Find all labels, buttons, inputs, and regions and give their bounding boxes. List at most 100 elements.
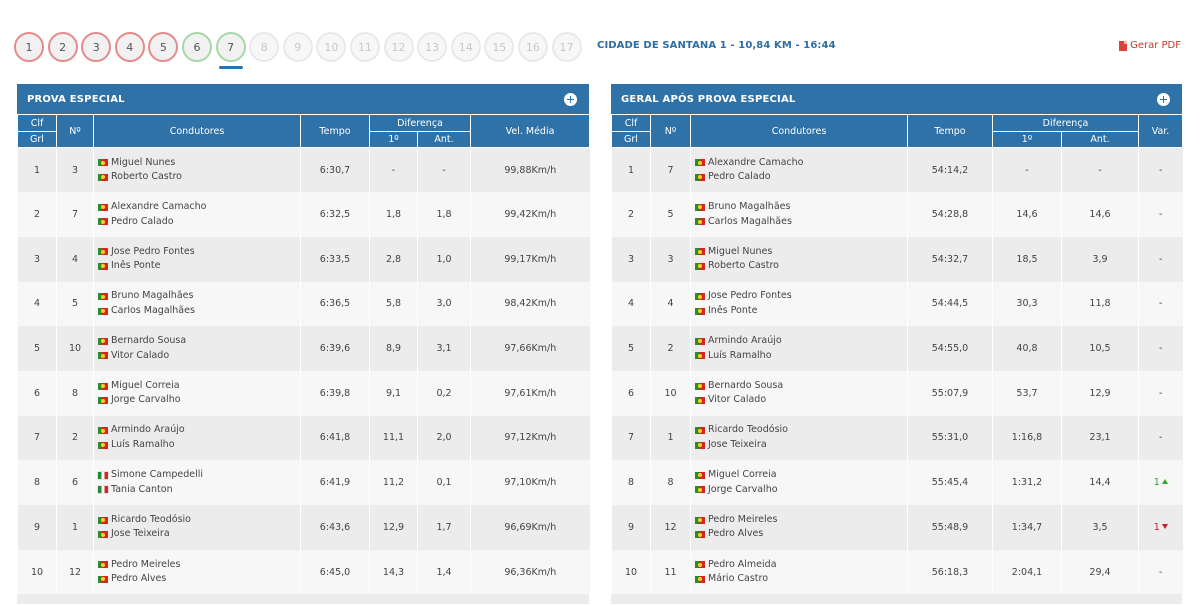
position-cell: 2 bbox=[17, 192, 57, 237]
diff-prev-cell: 3,0 bbox=[416, 281, 471, 327]
time-cell: 55:07,9 bbox=[907, 370, 993, 416]
stage-button-5[interactable]: 5 bbox=[148, 32, 179, 62]
co-driver-name[interactable]: Luís Ramalho bbox=[111, 438, 175, 453]
driver-name[interactable]: Miguel Correia bbox=[111, 379, 180, 394]
co-driver-name[interactable]: Vitor Calado bbox=[708, 393, 766, 408]
col-number: Nº bbox=[650, 114, 691, 148]
diff-first-cell: 14,6 bbox=[992, 192, 1062, 237]
drivers-cell: Bernardo Sousa Vitor Calado bbox=[93, 326, 301, 371]
driver-name[interactable]: Alexandre Camacho bbox=[111, 200, 206, 215]
avg-speed-cell: 97,10Km/h bbox=[470, 460, 590, 505]
time-cell: 55:48,9 bbox=[907, 505, 993, 550]
driver-name[interactable]: Simone Campedelli bbox=[111, 468, 203, 483]
stage-button-4[interactable]: 4 bbox=[114, 32, 145, 62]
co-driver-name[interactable]: Jorge Carvalho bbox=[708, 483, 778, 498]
driver: Bernardo Sousa bbox=[98, 334, 300, 349]
co-driver-name[interactable]: Pedro Calado bbox=[708, 170, 771, 185]
driver-name[interactable]: Bruno Magalhães bbox=[708, 200, 790, 215]
generate-pdf-link[interactable]: Gerar PDF bbox=[1119, 40, 1181, 51]
car-number-cell: 5 bbox=[56, 281, 94, 327]
driver-name[interactable]: Pedro Almeida bbox=[708, 558, 777, 573]
co-driver-name[interactable]: Jose Teixeira bbox=[708, 438, 767, 453]
co-driver-name[interactable]: Jorge Carvalho bbox=[111, 393, 181, 408]
driver-name[interactable]: Bruno Magalhães bbox=[111, 289, 193, 304]
stage-button-9[interactable]: 9 bbox=[282, 32, 313, 62]
stage-button-12[interactable]: 12 bbox=[383, 32, 414, 62]
driver-name[interactable]: Armindo Araújo bbox=[708, 334, 782, 349]
stage-button-2[interactable]: 2 bbox=[47, 32, 78, 62]
co-driver-name[interactable]: Mário Castro bbox=[708, 572, 768, 587]
variation-value: - bbox=[1159, 343, 1163, 355]
driver: Bruno Magalhães bbox=[695, 200, 907, 215]
col-avg-speed: Vel. Média bbox=[470, 114, 591, 148]
driver-name[interactable]: Miguel Nunes bbox=[708, 245, 772, 260]
table-row: 8 8 Miguel Correia Jorge Carvalho 55:45,4 1:3… bbox=[611, 460, 1183, 505]
flag-icon bbox=[695, 337, 705, 345]
co-driver-name[interactable]: Jose Teixeira bbox=[111, 527, 170, 542]
diff-prev-cell: 1,7 bbox=[416, 505, 471, 550]
driver-name[interactable]: Ricardo Teodósio bbox=[111, 513, 191, 528]
driver: Armindo Araújo bbox=[98, 423, 300, 438]
position-cell: 9 bbox=[17, 505, 57, 550]
stage-button-15[interactable]: 15 bbox=[484, 32, 515, 62]
driver-name[interactable]: Pedro Meireles bbox=[111, 558, 180, 573]
co-driver-name[interactable]: Pedro Alves bbox=[708, 527, 763, 542]
time-cell: 54:55,0 bbox=[907, 326, 993, 371]
stage-button-8[interactable]: 8 bbox=[249, 32, 280, 62]
position-cell: 3 bbox=[611, 236, 651, 282]
co-driver: Luís Ramalho bbox=[98, 438, 300, 453]
table-row: 9 1 Ricardo Teodósio Jose Teixeira 6:43,6 12,… bbox=[17, 505, 590, 550]
stage-button-1[interactable]: 1 bbox=[14, 32, 44, 62]
stage-results-title: PROVA ESPECIAL bbox=[27, 93, 125, 105]
car-number-cell: 8 bbox=[56, 370, 94, 416]
driver: Alexandre Camacho bbox=[98, 200, 300, 215]
driver-name[interactable]: Pedro Meireles bbox=[708, 513, 777, 528]
pdf-icon bbox=[1119, 40, 1128, 51]
co-driver-name[interactable]: Inês Ponte bbox=[708, 304, 757, 319]
driver-name[interactable]: Jose Pedro Fontes bbox=[708, 289, 792, 304]
stage-button-13[interactable]: 13 bbox=[417, 32, 448, 62]
expand-icon[interactable] bbox=[564, 92, 577, 106]
position-cell: 7 bbox=[17, 415, 57, 461]
time-cell: 6:39,8 bbox=[300, 370, 370, 416]
driver-name[interactable]: Alexandre Camacho bbox=[708, 156, 803, 171]
co-driver-name[interactable]: Pedro Calado bbox=[111, 215, 174, 230]
position-cell: 10 bbox=[17, 549, 57, 595]
car-number-cell: 12 bbox=[56, 549, 94, 595]
co-driver-name[interactable]: Luís Ramalho bbox=[708, 349, 772, 364]
co-driver-name[interactable]: Roberto Castro bbox=[708, 259, 779, 274]
driver: Simone Campedelli bbox=[98, 468, 300, 483]
stage-button-17[interactable]: 17 bbox=[551, 32, 582, 62]
driver-name[interactable]: Jose Pedro Fontes bbox=[111, 245, 195, 260]
co-driver: Pedro Alves bbox=[695, 527, 907, 542]
driver-name[interactable]: Ricardo Teodósio bbox=[708, 423, 788, 438]
stage-button-6[interactable]: 6 bbox=[181, 32, 212, 62]
diff-first-cell: 12,9 bbox=[369, 505, 418, 550]
expand-icon[interactable] bbox=[1157, 92, 1170, 106]
driver-name[interactable]: Miguel Correia bbox=[708, 468, 777, 483]
variation-cell: 1 bbox=[1138, 505, 1183, 550]
table-row: 1 3 Miguel Nunes Roberto Castro 6:30,7- -99,8… bbox=[17, 147, 590, 193]
stage-button-7[interactable]: 7 bbox=[215, 32, 246, 69]
driver-name[interactable]: Armindo Araújo bbox=[111, 423, 185, 438]
stage-button-10[interactable]: 10 bbox=[316, 32, 347, 62]
co-driver-name[interactable]: Pedro Alves bbox=[111, 572, 166, 587]
driver-name[interactable]: Miguel Nunes bbox=[111, 156, 175, 171]
stage-button-16[interactable]: 16 bbox=[517, 32, 548, 62]
co-driver-name[interactable]: Inês Ponte bbox=[111, 259, 160, 274]
variation-value: - bbox=[1159, 209, 1163, 221]
stage-button-14[interactable]: 14 bbox=[450, 32, 481, 62]
diff-prev-cell: 1,0 bbox=[416, 236, 471, 282]
driver-name[interactable]: Bernardo Sousa bbox=[708, 379, 783, 394]
table-row: 10 11 Pedro Almeida Mário Castro 56:18,3 2:04… bbox=[611, 549, 1183, 595]
co-driver-name[interactable]: Carlos Magalhães bbox=[708, 215, 792, 230]
car-number-cell: 1 bbox=[56, 505, 94, 550]
co-driver-name[interactable]: Carlos Magalhães bbox=[111, 304, 195, 319]
driver-name[interactable]: Bernardo Sousa bbox=[111, 334, 186, 349]
stage-button-11[interactable]: 11 bbox=[349, 32, 380, 62]
co-driver-name[interactable]: Tania Canton bbox=[111, 483, 173, 498]
co-driver: Jorge Carvalho bbox=[695, 483, 907, 498]
stage-button-3[interactable]: 3 bbox=[81, 32, 112, 62]
co-driver-name[interactable]: Vitor Calado bbox=[111, 349, 169, 364]
co-driver-name[interactable]: Roberto Castro bbox=[111, 170, 182, 185]
